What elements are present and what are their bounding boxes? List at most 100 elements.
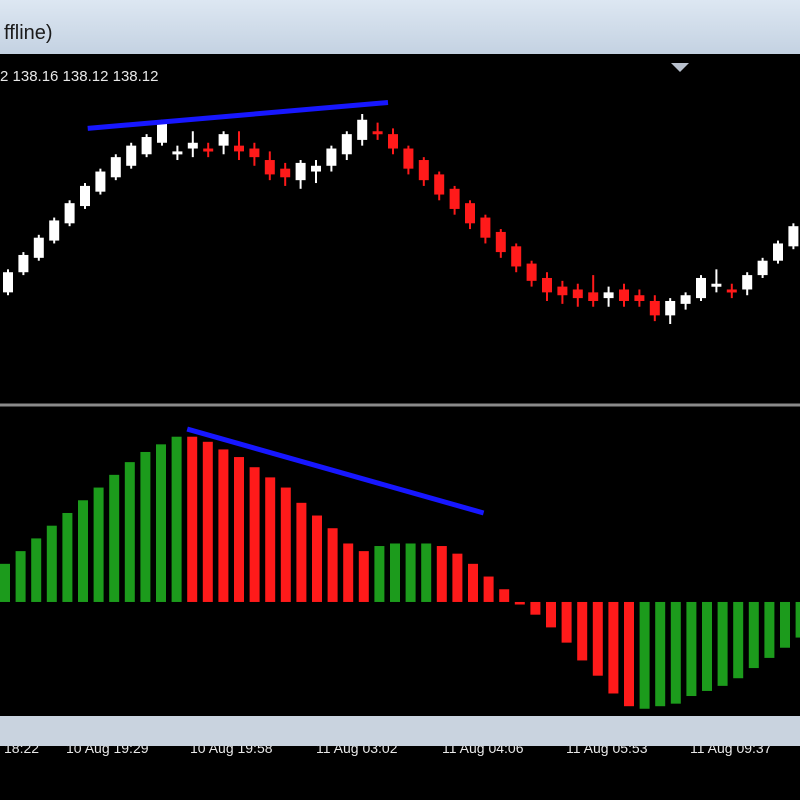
histogram-bar (561, 601, 572, 643)
candle-body (187, 142, 198, 149)
histogram-bar (499, 589, 510, 602)
candle-body (341, 134, 352, 155)
candle-body (264, 160, 275, 175)
candle-body (357, 119, 368, 140)
histogram-bar (421, 543, 432, 602)
candle-body (18, 254, 29, 273)
candle-body (649, 300, 660, 316)
candle-body (280, 168, 291, 178)
candle-body (465, 203, 475, 224)
candle-body (49, 220, 60, 241)
candle-body (418, 160, 429, 181)
candle-body (526, 263, 537, 281)
histogram-bar (312, 515, 322, 602)
histogram-bar (31, 538, 42, 602)
candle-body (95, 171, 106, 192)
candle-body (726, 289, 737, 293)
histogram-bar (15, 551, 26, 602)
candle-body (711, 283, 722, 287)
candle-body (311, 165, 321, 172)
histogram-bar (764, 601, 775, 658)
histogram-bar (780, 601, 790, 648)
histogram-bar (655, 601, 666, 707)
window-bottom-frame (0, 716, 800, 746)
candle-body (157, 122, 167, 143)
histogram-bar (390, 543, 400, 602)
candle-body (480, 217, 491, 238)
histogram-bar (748, 601, 759, 669)
candle-body (449, 188, 460, 209)
title-bar: ffline) (0, 0, 800, 54)
candle-body (3, 272, 13, 293)
candle-body (218, 134, 229, 146)
candle-body (619, 289, 629, 301)
candle-body (64, 203, 75, 224)
candle-body (434, 174, 445, 195)
histogram-pane (0, 426, 800, 709)
histogram-bar (296, 502, 307, 602)
histogram-bar (717, 601, 728, 686)
chart-canvas[interactable] (0, 54, 800, 734)
histogram-bar (78, 500, 88, 602)
candle-body (403, 148, 414, 169)
histogram-bar (62, 512, 73, 602)
candle-body (696, 277, 706, 299)
histogram-bar (109, 474, 120, 602)
histogram-bar (327, 528, 338, 602)
candle-body (249, 148, 260, 158)
candle-body (110, 157, 121, 178)
price-trendline (87, 100, 389, 131)
histogram-bar (343, 543, 354, 602)
candle-body (557, 286, 568, 296)
histogram-bar (140, 451, 151, 602)
candle-body (680, 295, 691, 304)
histogram-bar (670, 601, 681, 704)
histogram-bar (639, 601, 650, 709)
candle-body (80, 185, 90, 207)
histogram-bar (46, 525, 57, 602)
candle-body (141, 137, 152, 155)
histogram-bar (93, 487, 104, 602)
candle-body (495, 231, 506, 253)
histogram-trendline (186, 426, 485, 516)
histogram-bar (468, 563, 478, 602)
candle-body (388, 134, 398, 149)
histogram-bar (546, 601, 556, 628)
candle-body (542, 277, 552, 293)
chart-window[interactable]: 2 138.16 138.12 138.12 18:22 10 Aug 19:2… (0, 54, 800, 800)
candle-body (588, 292, 599, 301)
histogram-bar (0, 563, 10, 602)
histogram-bar (795, 601, 800, 638)
histogram-bar (483, 576, 494, 602)
candle-body (372, 131, 383, 135)
candle-body (295, 162, 306, 181)
histogram-bar (187, 436, 198, 602)
histogram-bar (733, 601, 744, 679)
histogram-bar (124, 462, 135, 602)
candle-body (203, 148, 214, 152)
histogram-bar (234, 457, 244, 602)
candle-body (234, 145, 244, 152)
histogram-bar (686, 601, 697, 697)
candle-body (572, 289, 583, 299)
window-title: ffline) (4, 22, 53, 44)
candle-body (172, 151, 183, 155)
histogram-bar (249, 467, 260, 602)
histogram-bar (405, 543, 416, 602)
candle-body (757, 260, 768, 276)
histogram-bar (514, 601, 525, 605)
histogram-bar (374, 546, 385, 602)
histogram-bar (156, 444, 166, 602)
candle-body (33, 237, 44, 258)
candle-body (126, 145, 137, 166)
candle-body (511, 246, 522, 267)
candle-body (788, 226, 799, 247)
histogram-bar (530, 601, 541, 615)
candle-body (326, 148, 337, 166)
price-pane (3, 100, 799, 324)
histogram-bar (280, 487, 291, 602)
candle-body (665, 300, 676, 316)
candle-body (742, 275, 753, 290)
histogram-bar (358, 551, 369, 602)
histogram-bar (624, 601, 634, 707)
